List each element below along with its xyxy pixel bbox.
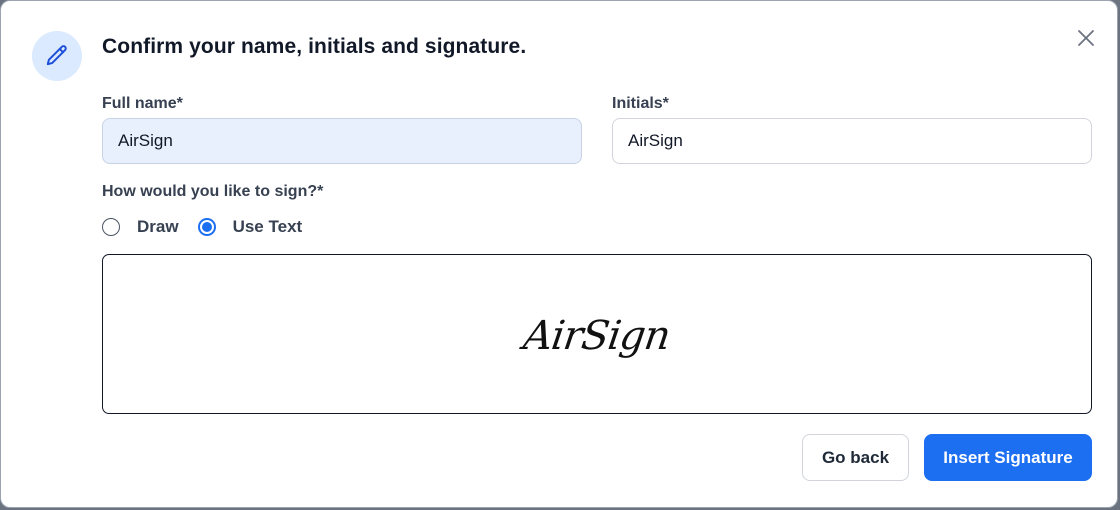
- sign-method-question: How would you like to sign?*: [102, 183, 324, 200]
- close-button[interactable]: [1073, 25, 1099, 51]
- insert-signature-button[interactable]: Insert Signature: [924, 434, 1092, 481]
- radio-draw[interactable]: [102, 218, 120, 236]
- header-icon-badge: [32, 31, 82, 81]
- sign-method-radio-group: Draw Use Text: [102, 215, 321, 239]
- radio-use-text[interactable]: [197, 218, 216, 236]
- signature-preview-text: AirSign: [521, 313, 673, 359]
- pencil-icon: [44, 43, 70, 69]
- go-back-button[interactable]: Go back: [802, 434, 909, 481]
- full-name-label: Full name*: [102, 95, 183, 112]
- dialog-title: Confirm your name, initials and signatur…: [102, 35, 527, 58]
- radio-option-use-text[interactable]: Use Text: [197, 217, 303, 237]
- radio-option-draw[interactable]: Draw: [102, 217, 179, 237]
- signature-dialog: Confirm your name, initials and signatur…: [0, 0, 1118, 508]
- close-icon: [1076, 28, 1096, 48]
- signature-preview[interactable]: AirSign: [102, 254, 1092, 414]
- radio-draw-label: Draw: [137, 217, 179, 236]
- initials-input[interactable]: [612, 118, 1092, 164]
- radio-use-text-label: Use Text: [232, 217, 303, 236]
- radio-selected-dot: [201, 222, 212, 232]
- full-name-input[interactable]: [102, 118, 582, 164]
- initials-label: Initials*: [612, 95, 669, 112]
